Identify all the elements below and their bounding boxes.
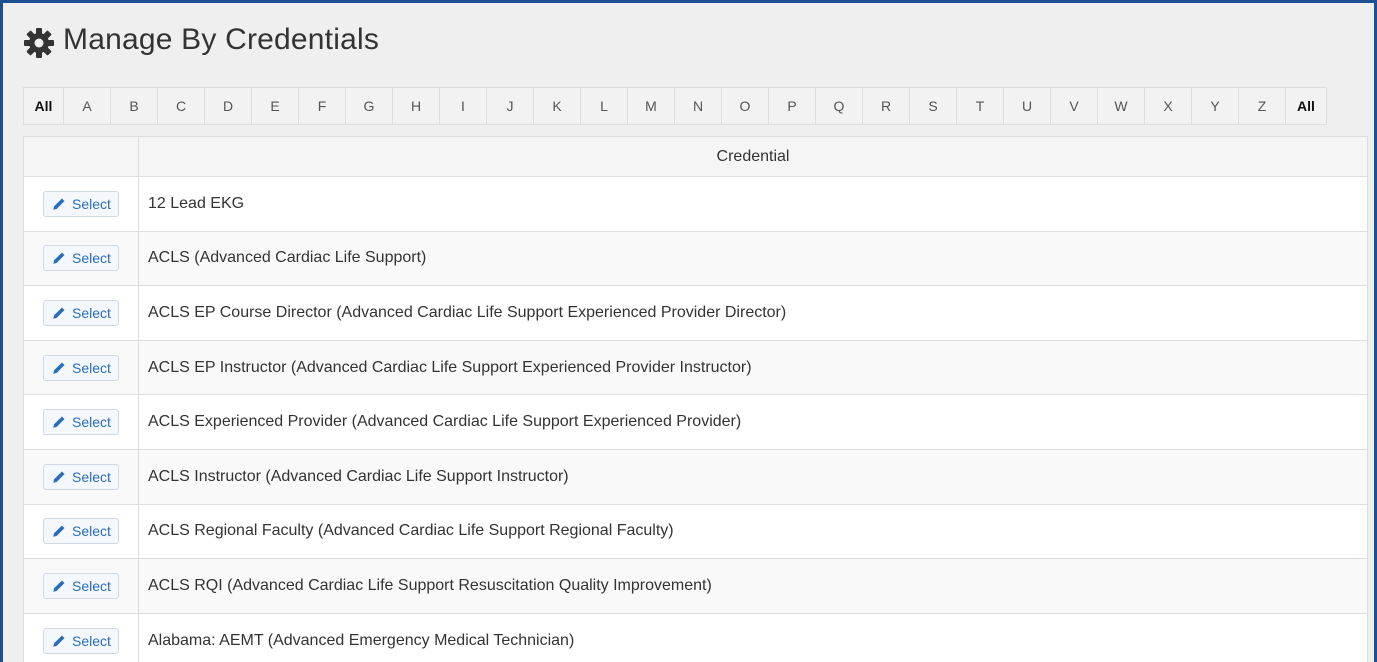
filter-letter-a[interactable]: A — [64, 88, 111, 124]
credential-name: 12 Lead EKG — [138, 176, 1368, 232]
row-action-cell: Select — [23, 285, 139, 341]
row-action-cell: Select — [23, 612, 139, 662]
manage-credentials-panel: Manage By Credentials All A B C D E F G H I J K L M N O… — [0, 0, 1377, 662]
select-button-label: Select — [72, 359, 111, 376]
table-row: Select 12 Lead EKG — [23, 176, 1368, 232]
pencil-icon — [52, 579, 66, 593]
filter-letter-z[interactable]: Z — [1239, 88, 1286, 124]
table-row: Select ACLS Instructor (Advanced Cardiac … — [23, 448, 1368, 505]
credential-name: ACLS Instructor (Advanced Cardiac Life S… — [138, 448, 1368, 505]
pencil-icon — [52, 197, 66, 211]
filter-letter-p[interactable]: P — [769, 88, 816, 124]
credential-column-header: Credential — [138, 136, 1368, 177]
pencil-icon — [52, 251, 66, 265]
select-button[interactable]: Select — [43, 463, 119, 490]
filter-letter-d[interactable]: D — [205, 88, 252, 124]
row-action-cell: Select — [23, 448, 139, 505]
filter-letter-c[interactable]: C — [158, 88, 205, 124]
select-button[interactable]: Select — [43, 190, 119, 217]
pencil-icon — [52, 361, 66, 375]
filter-letter-n[interactable]: N — [675, 88, 722, 124]
row-action-cell: Select — [23, 394, 139, 450]
filter-letter-i[interactable]: I — [440, 88, 487, 124]
credential-name: ACLS Experienced Provider (Advanced Card… — [138, 394, 1368, 450]
filter-letter-h[interactable]: H — [393, 88, 440, 124]
pencil-icon — [52, 470, 66, 484]
table-header-row: Credential — [23, 136, 1368, 177]
filter-all[interactable]: All — [24, 88, 64, 124]
page-title: Manage By Credentials — [63, 22, 380, 56]
select-button-label: Select — [72, 250, 111, 267]
credential-name: ACLS Regional Faculty (Advanced Cardiac … — [138, 503, 1368, 560]
row-action-cell: Select — [23, 230, 139, 287]
table-row: Select ACLS EP Course Director (Advanced … — [23, 285, 1368, 341]
action-column-header — [23, 136, 139, 177]
credential-name: ACLS (Advanced Cardiac Life Support) — [138, 230, 1368, 287]
filter-letter-b[interactable]: B — [111, 88, 158, 124]
pencil-icon — [52, 524, 66, 538]
filter-letter-t[interactable]: T — [957, 88, 1004, 124]
row-action-cell: Select — [23, 339, 139, 396]
row-action-cell: Select — [23, 558, 139, 614]
select-button-label: Select — [72, 577, 111, 594]
table-row: Select ACLS Regional Faculty (Advanced Ca… — [23, 503, 1368, 560]
pencil-icon — [52, 415, 66, 429]
filter-letter-u[interactable]: U — [1004, 88, 1051, 124]
row-action-cell: Select — [23, 176, 139, 232]
credential-name: ACLS RQI (Advanced Cardiac Life Support … — [138, 558, 1368, 614]
filter-letter-w[interactable]: W — [1098, 88, 1145, 124]
select-button-label: Select — [72, 304, 111, 321]
filter-letter-y[interactable]: Y — [1192, 88, 1239, 124]
credential-name: Alabama: AEMT (Advanced Emergency Medica… — [138, 612, 1368, 662]
select-button[interactable]: Select — [43, 409, 119, 436]
select-button[interactable]: Select — [43, 518, 119, 545]
filter-all[interactable]: All — [1286, 88, 1326, 124]
select-button-label: Select — [72, 632, 111, 649]
table-row: Select Alabama: AEMT (Advanced Emergency … — [23, 612, 1368, 662]
select-button-label: Select — [72, 468, 111, 485]
pencil-icon — [52, 306, 66, 320]
filter-letter-k[interactable]: K — [534, 88, 581, 124]
select-button[interactable]: Select — [43, 245, 119, 272]
table-row: Select ACLS RQI (Advanced Cardiac Life Su… — [23, 558, 1368, 614]
table-row: Select ACLS (Advanced Cardiac Life Suppor… — [23, 230, 1368, 287]
alphabet-filter: All A B C D E F G H I J K L M N O P Q R S T U V W X Y Z All — [23, 87, 1327, 125]
select-button[interactable]: Select — [43, 299, 119, 326]
filter-letter-m[interactable]: M — [628, 88, 675, 124]
select-button-label: Select — [72, 414, 111, 431]
credentials-table: Credential Select 12 Lead EKG Select ACLS (… — [23, 136, 1368, 662]
filter-letter-l[interactable]: L — [581, 88, 628, 124]
pencil-icon — [52, 634, 66, 648]
filter-letter-s[interactable]: S — [910, 88, 957, 124]
row-action-cell: Select — [23, 503, 139, 560]
select-button[interactable]: Select — [43, 627, 119, 654]
gear-icon — [23, 26, 57, 60]
filter-letter-j[interactable]: J — [487, 88, 534, 124]
select-button[interactable]: Select — [43, 354, 119, 381]
filter-letter-f[interactable]: F — [299, 88, 346, 124]
credential-name: ACLS EP Course Director (Advanced Cardia… — [138, 285, 1368, 341]
page-header: Manage By Credentials — [3, 3, 1374, 82]
table-row: Select ACLS EP Instructor (Advanced Cardi… — [23, 339, 1368, 396]
select-button[interactable]: Select — [43, 572, 119, 599]
table-row: Select ACLS Experienced Provider (Advance… — [23, 394, 1368, 450]
filter-letter-g[interactable]: G — [346, 88, 393, 124]
filter-letter-e[interactable]: E — [252, 88, 299, 124]
filter-letter-x[interactable]: X — [1145, 88, 1192, 124]
select-button-label: Select — [72, 523, 111, 540]
filter-letter-v[interactable]: V — [1051, 88, 1098, 124]
select-button-label: Select — [72, 195, 111, 212]
credential-name: ACLS EP Instructor (Advanced Cardiac Lif… — [138, 339, 1368, 396]
filter-letter-r[interactable]: R — [863, 88, 910, 124]
filter-letter-q[interactable]: Q — [816, 88, 863, 124]
filter-letter-o[interactable]: O — [722, 88, 769, 124]
